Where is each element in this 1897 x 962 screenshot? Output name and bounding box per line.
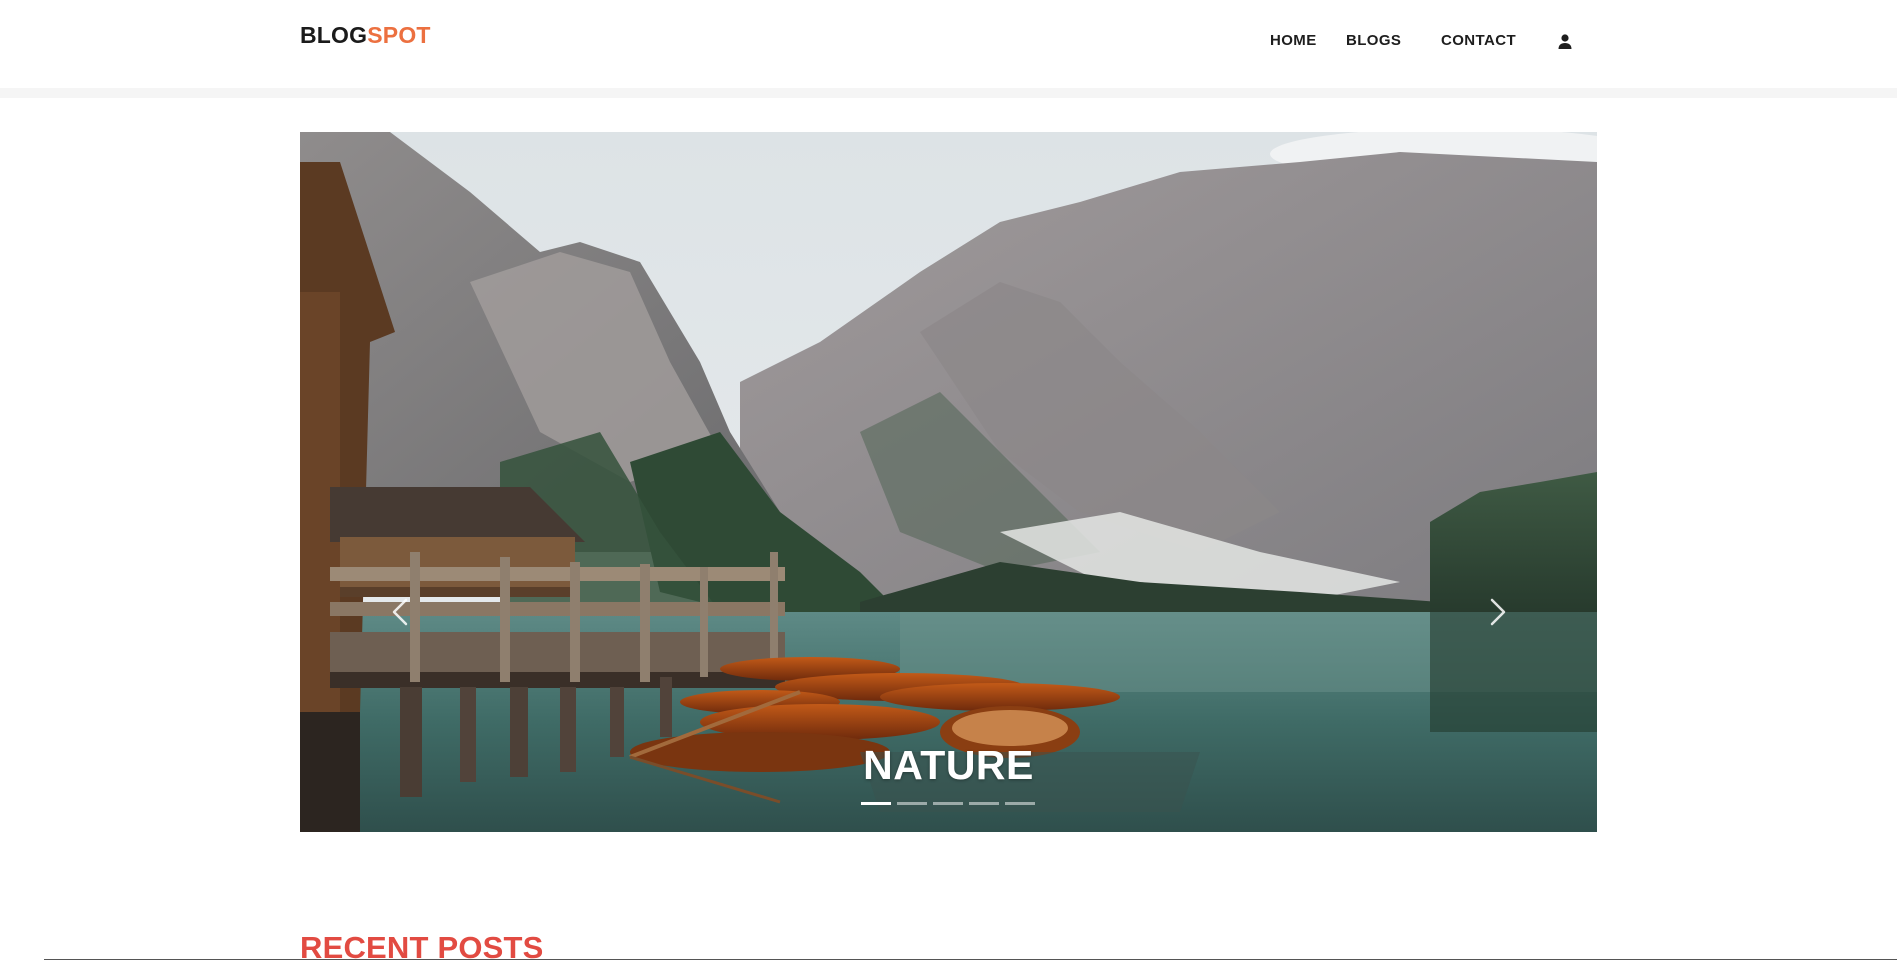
chevron-right-icon[interactable] <box>1478 592 1518 632</box>
carousel-indicator[interactable] <box>861 802 891 805</box>
site-header: BLOGSPOT HOME BLOGS CONTACT <box>0 0 1897 88</box>
hero-carousel[interactable] <box>300 132 1597 832</box>
recent-posts-heading: RECENT POSTS <box>300 930 544 962</box>
logo-text-spot: SPOT <box>367 22 431 48</box>
chevron-left-icon[interactable] <box>380 592 420 632</box>
page: BLOGSPOT HOME BLOGS CONTACT NATURE RECEN… <box>0 0 1897 962</box>
carousel-indicator[interactable] <box>897 802 927 805</box>
logo-text-blog: BLOG <box>300 22 368 48</box>
header-divider <box>0 88 1897 98</box>
carousel-indicator[interactable] <box>933 802 963 805</box>
carousel-indicator[interactable] <box>1005 802 1035 805</box>
site-logo[interactable]: BLOGSPOT <box>300 22 431 49</box>
section-divider <box>44 959 1897 960</box>
nav-contact-link[interactable]: CONTACT <box>1441 32 1516 49</box>
nav-home-link[interactable]: HOME <box>1270 32 1317 49</box>
hero-slide-image <box>300 132 1597 832</box>
user-icon[interactable] <box>1556 33 1574 51</box>
nav-blogs-link[interactable]: BLOGS <box>1346 32 1401 49</box>
carousel-indicator[interactable] <box>969 802 999 805</box>
carousel-caption: NATURE <box>863 742 1034 788</box>
